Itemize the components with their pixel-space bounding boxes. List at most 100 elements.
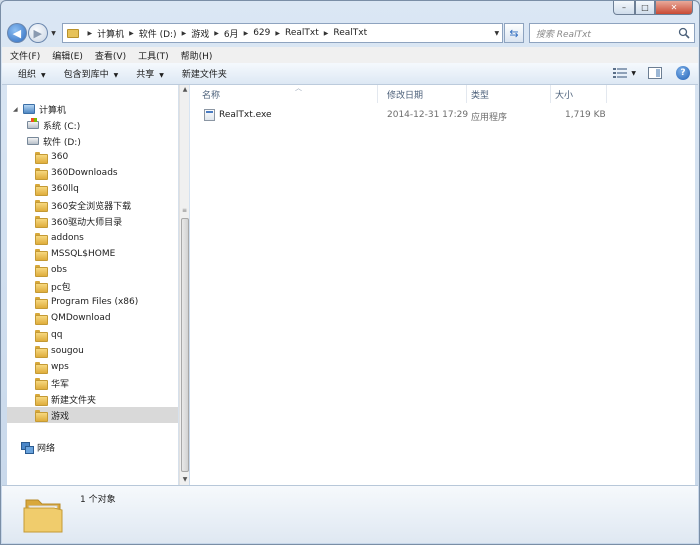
file-name: RealTxt.exe — [219, 110, 272, 120]
share-button[interactable]: 共享 ▼ — [136, 67, 164, 80]
maximize-button[interactable]: □ — [635, 1, 655, 15]
tree-item-folder[interactable]: 360llq — [35, 181, 79, 197]
breadcrumb-separator[interactable]: ▶ — [129, 30, 134, 37]
recent-pages-dropdown[interactable]: ▼ — [49, 30, 59, 37]
folder-icon — [35, 168, 48, 180]
tree-item-folder[interactable]: addons — [35, 230, 84, 246]
new-folder-button[interactable]: 新建文件夹 — [182, 67, 227, 80]
chevron-down-icon: ▼ — [113, 72, 119, 79]
tree-item-folder[interactable]: MSSQL$HOME — [35, 246, 115, 262]
expand-arrow-icon[interactable]: ◢ — [13, 106, 23, 113]
navigation-pane: ◢ 计算机 系统 (C:) 软件 (D:) 360 360Downloads 3… — [7, 85, 179, 485]
menu-file[interactable]: 文件(F) — [10, 49, 40, 62]
view-options-icon[interactable] — [613, 67, 628, 79]
tree-item-folder[interactable]: wps — [35, 359, 69, 375]
forward-button[interactable]: ▶ — [27, 23, 48, 43]
tree-item-label: 360llq — [51, 184, 79, 194]
menu-view[interactable]: 查看(V) — [95, 49, 126, 62]
column-header-label: 类型 — [471, 90, 490, 101]
tree-item-system-drive[interactable]: 系统 (C:) — [27, 117, 80, 133]
tree-item-folder[interactable]: 360驱动大师目录 — [35, 213, 122, 229]
tree-item-label: 计算机 — [39, 105, 67, 116]
include-in-library-label: 包含到库中 — [63, 70, 109, 80]
search-icon[interactable] — [678, 27, 690, 39]
preview-pane-icon[interactable] — [648, 67, 662, 79]
column-header-label: 修改日期 — [387, 90, 424, 101]
navigation-scrollbar[interactable]: ▲ ≡ ▼ — [179, 85, 189, 485]
column-header-type[interactable]: 类型 — [467, 85, 551, 103]
menu-tools[interactable]: 工具(T) — [138, 49, 169, 62]
breadcrumb-games[interactable]: 游戏 — [191, 27, 209, 40]
tree-item-folder[interactable]: 华军 — [35, 375, 69, 391]
refresh-button[interactable]: ⇆ — [504, 23, 524, 43]
tree-item-folder[interactable]: QMDownload — [35, 310, 111, 326]
organize-button[interactable]: 组织 ▼ — [18, 67, 46, 80]
tree-item-folder[interactable]: obs — [35, 262, 67, 278]
tree-item-label: addons — [51, 233, 84, 243]
address-dropdown[interactable]: ▼ — [495, 30, 500, 37]
back-button[interactable]: ◀ — [7, 23, 27, 43]
scroll-grip-icon: ≡ — [182, 207, 188, 214]
breadcrumb-separator[interactable]: ▶ — [214, 30, 219, 37]
include-in-library-button[interactable]: 包含到库中 ▼ — [64, 67, 119, 80]
scroll-up-arrow-icon[interactable]: ▲ — [180, 85, 190, 95]
tree-item-label: pc包 — [51, 282, 71, 293]
breadcrumb-separator[interactable]: ▶ — [87, 30, 92, 37]
tree-item-folder[interactable]: pc包 — [35, 278, 71, 294]
scroll-down-arrow-icon[interactable]: ▼ — [180, 475, 190, 485]
folder-icon — [67, 28, 80, 38]
breadcrumb-separator[interactable]: ▶ — [275, 30, 280, 37]
column-header-name[interactable]: 名称 ︿ — [198, 84, 378, 103]
help-icon[interactable]: ? — [676, 66, 690, 80]
tree-item-folder[interactable]: Program Files (x86) — [35, 294, 138, 310]
tree-item-network[interactable]: 网络 — [21, 439, 55, 455]
breadcrumb-realtxt[interactable]: RealTxt — [285, 28, 319, 38]
folder-icon — [35, 184, 48, 196]
column-header-label: 名称 — [202, 90, 221, 101]
column-header-modified[interactable]: 修改日期 — [383, 85, 467, 103]
window-controls: – □ ✕ — [613, 1, 693, 15]
menu-help[interactable]: 帮助(H) — [181, 49, 213, 62]
tree-item-folder[interactable]: 360Downloads — [35, 165, 118, 181]
breadcrumb-computer[interactable]: 计算机 — [97, 27, 124, 40]
search-input[interactable]: 搜索 RealTxt — [528, 23, 695, 43]
drive-icon — [27, 118, 39, 129]
folder-icon — [35, 346, 48, 358]
folder-icon — [35, 330, 48, 342]
tree-item-folder-selected[interactable]: 游戏 — [7, 407, 178, 423]
tree-item-folder[interactable]: 360 — [35, 149, 68, 165]
close-button[interactable]: ✕ — [655, 1, 693, 15]
tree-item-label: obs — [51, 265, 67, 275]
tree-item-label: sougou — [51, 346, 84, 356]
tree-item-label: 软件 (D:) — [43, 137, 81, 148]
search-placeholder: 搜索 RealTxt — [535, 29, 591, 40]
tree-item-computer[interactable]: ◢ 计算机 — [13, 101, 66, 117]
view-options-dropdown[interactable]: ▼ — [631, 70, 636, 77]
breadcrumb-realtxt-current[interactable]: RealTxt — [333, 28, 367, 38]
breadcrumb-june[interactable]: 6月 — [224, 27, 239, 40]
folder-icon — [35, 410, 48, 422]
scrollbar-thumb[interactable] — [181, 218, 189, 472]
column-header-size[interactable]: 大小 — [551, 85, 607, 103]
tree-item-label: MSSQL$HOME — [51, 249, 116, 259]
folder-icon — [35, 394, 48, 406]
tree-item-label: 360Downloads — [51, 168, 118, 178]
tree-item-label: 游戏 — [51, 411, 70, 422]
tree-item-folder[interactable]: sougou — [35, 343, 84, 359]
table-row[interactable]: RealTxt.exe 2014-12-31 17:29 应用程序 1,719 … — [190, 108, 695, 124]
tree-item-folder[interactable]: qq — [35, 327, 62, 343]
tree-item-software-drive[interactable]: 软件 (D:) — [27, 133, 81, 149]
tree-item-folder[interactable]: 新建文件夹 — [35, 391, 96, 407]
tree-item-label: Program Files (x86) — [51, 297, 139, 307]
breadcrumb-drive-d[interactable]: 软件 (D:) — [139, 27, 177, 40]
minimize-button[interactable]: – — [613, 1, 635, 15]
menu-edit[interactable]: 编辑(E) — [52, 49, 83, 62]
tree-item-folder[interactable]: 360安全浏览器下载 — [35, 197, 131, 213]
tree-item-label: QMDownload — [51, 313, 111, 323]
address-bar[interactable]: ▶ 计算机 ▶ 软件 (D:) ▶ 游戏 ▶ 6月 ▶ 629 ▶ RealTx… — [62, 23, 504, 43]
breadcrumb-separator[interactable]: ▶ — [182, 30, 187, 37]
breadcrumb-separator[interactable]: ▶ — [324, 30, 329, 37]
breadcrumb-separator[interactable]: ▶ — [244, 30, 249, 37]
command-toolbar: 组织 ▼ 包含到库中 ▼ 共享 ▼ 新建文件夹 ▼ ? — [2, 63, 698, 85]
breadcrumb-629[interactable]: 629 — [253, 28, 270, 38]
